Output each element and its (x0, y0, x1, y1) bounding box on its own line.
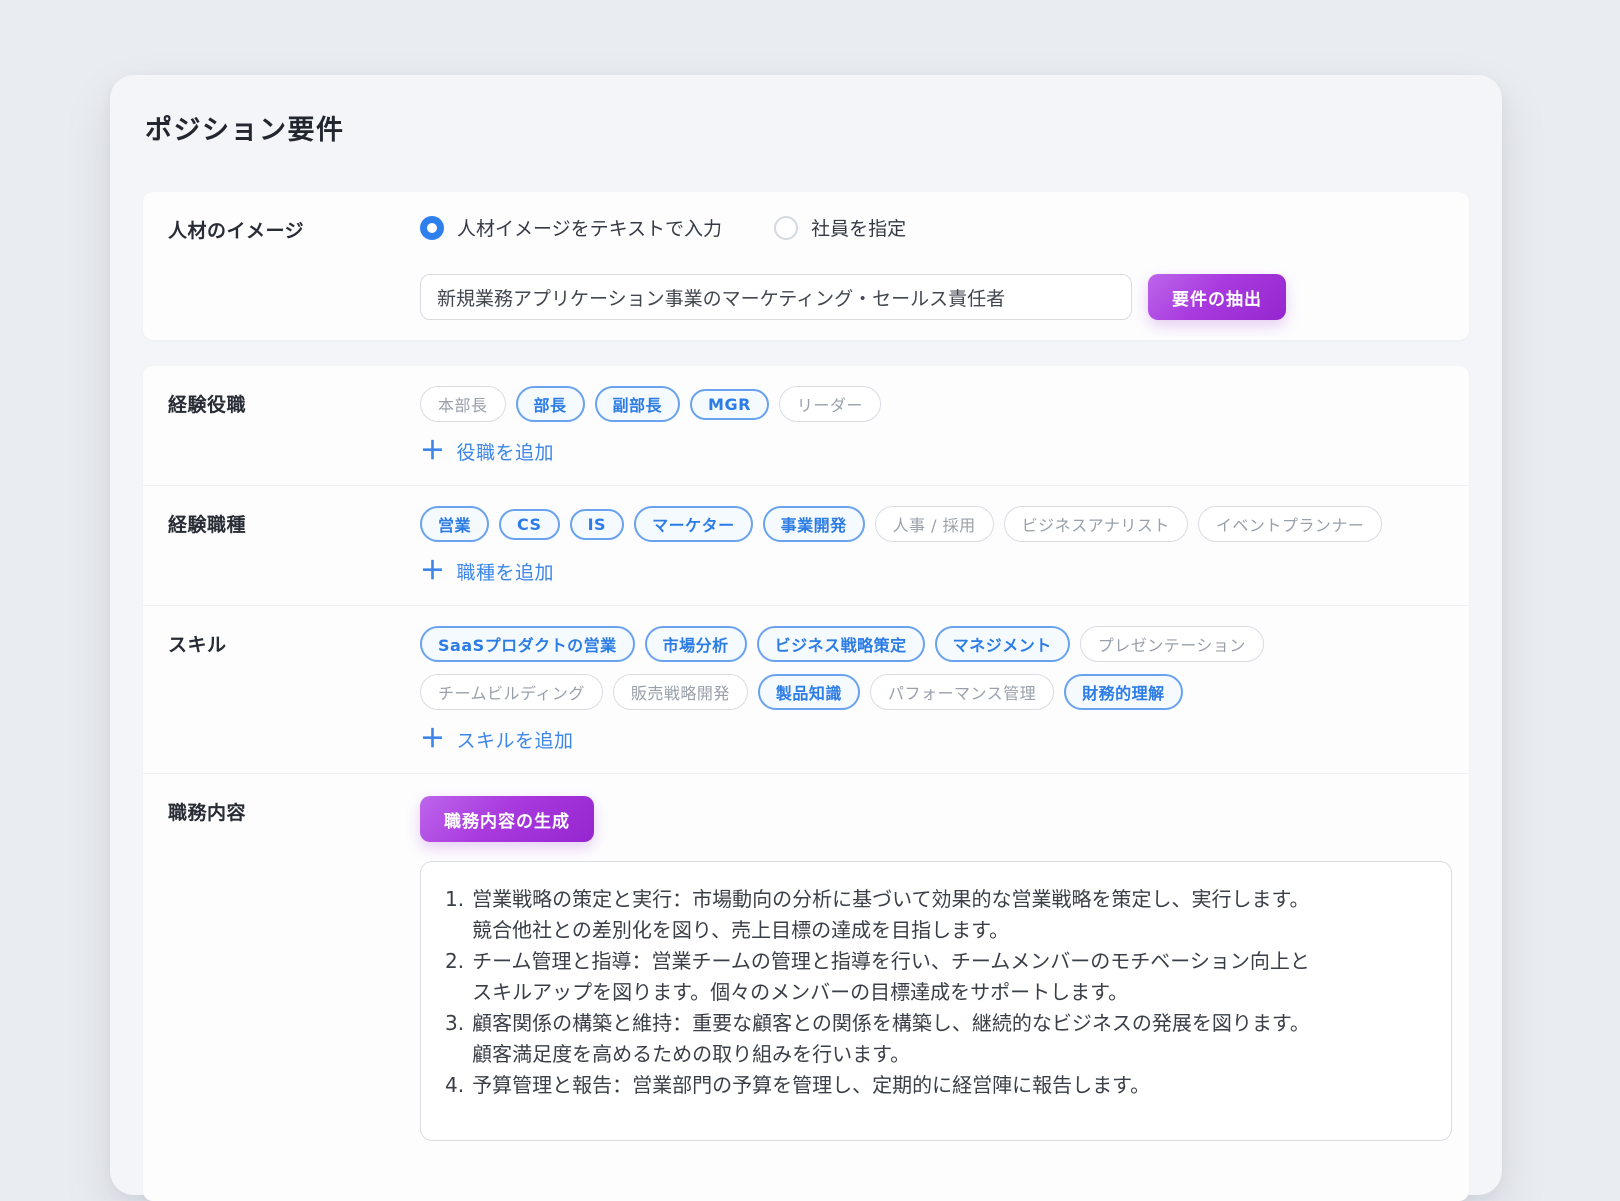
role-chip[interactable]: 本部長 (420, 386, 506, 422)
skill-chip[interactable]: 財務的理解 (1064, 674, 1183, 710)
plus-icon: ＋ (420, 558, 446, 583)
skills-label: スキル (168, 626, 420, 753)
job-description-item-number: 2. (445, 946, 464, 1008)
experience-role-row: 経験役職 本部長部長副部長 MGR リーダー ＋ 役職を追加 (143, 366, 1469, 485)
skill-chip[interactable]: ビジネス戦略策定 (757, 626, 925, 662)
skill-chip[interactable]: プレゼンテーション (1080, 626, 1264, 662)
add-job-label: 職種を追加 (457, 558, 555, 585)
requirements-section: 経験役職 本部長部長副部長 MGR リーダー ＋ 役職を追加 経験職種 営業 CS IS… (143, 366, 1469, 1201)
skill-chips-line-1: SaaSプロダクトの営業市場分析ビジネス戦略策定マネジメントプレゼンテーション (420, 626, 1444, 662)
job-description-item-text: 営業戦略の策定と実行：市場動向の分析に基づいて効果的な営業戦略を策定し、実行しま… (472, 884, 1309, 946)
radio-unselected-icon (774, 216, 798, 240)
job-description-item-text: チーム管理と指導：営業チームの管理と指導を行い、チームメンバーのモチベーション向… (472, 946, 1310, 1008)
experience-job-row: 経験職種 営業 CS IS マーケター事業開発人事 / 採用ビジネスアナリストイベント… (143, 485, 1469, 605)
experience-job-label: 経験職種 (168, 506, 420, 585)
skill-chip[interactable]: 製品知識 (758, 674, 860, 710)
job-chip[interactable]: イベントプランナー (1198, 506, 1383, 542)
talent-image-label: 人材のイメージ (168, 212, 420, 320)
job-description-item: 1.営業戦略の策定と実行：市場動向の分析に基づいて効果的な営業戦略を策定し、実行… (445, 884, 1427, 946)
radio-option-specify-employee-label: 社員を指定 (811, 214, 906, 241)
position-requirements-card: ポジション要件 人材のイメージ 人材イメージをテキストで入力 社員を指定 (110, 75, 1502, 1195)
job-description-row: 職務内容 職務内容の生成 1.営業戦略の策定と実行：市場動向の分析に基づいて効果… (143, 773, 1469, 1201)
skill-chip[interactable]: 市場分析 (645, 626, 747, 662)
role-chip[interactable]: 副部長 (595, 386, 681, 422)
role-chips: 本部長部長副部長 MGR リーダー (420, 386, 1444, 422)
add-job-button[interactable]: ＋ 職種を追加 (420, 558, 554, 585)
plus-icon: ＋ (420, 726, 446, 751)
job-chip[interactable]: ビジネスアナリスト (1004, 506, 1188, 542)
radio-option-text-input-label: 人材イメージをテキストで入力 (457, 214, 722, 241)
job-description-textarea[interactable]: 1.営業戦略の策定と実行：市場動向の分析に基づいて効果的な営業戦略を策定し、実行… (420, 861, 1452, 1141)
add-skill-label: スキルを追加 (457, 726, 574, 753)
job-chip[interactable]: マーケター (634, 506, 753, 542)
skill-chip[interactable]: 販売戦略開発 (613, 674, 748, 710)
job-description-item-number: 4. (445, 1070, 464, 1101)
job-chip[interactable]: 事業開発 (763, 506, 865, 542)
page-title: ポジション要件 (143, 75, 1469, 147)
role-chip[interactable]: リーダー (779, 386, 881, 422)
skill-chip[interactable]: パフォーマンス管理 (870, 674, 1054, 710)
talent-image-section: 人材のイメージ 人材イメージをテキストで入力 社員を指定 要件の抽出 (143, 192, 1469, 340)
job-description-item: 4. 予算管理と報告：営業部門の予算を管理し、定期的に経営陣に報告します。 (445, 1070, 1427, 1101)
skill-chip[interactable]: チームビルディング (420, 674, 603, 710)
job-chip[interactable]: CS (499, 509, 560, 540)
add-role-label: 役職を追加 (457, 438, 555, 465)
radio-selected-icon (420, 216, 444, 240)
job-description-item: 2.チーム管理と指導：営業チームの管理と指導を行い、チームメンバーのモチベーショ… (445, 946, 1427, 1008)
job-description-label: 職務内容 (168, 794, 420, 1141)
talent-image-radio-group: 人材イメージをテキストで入力 社員を指定 (420, 214, 1444, 241)
job-description-item-text: 顧客関係の構築と維持：重要な顧客との関係を構築し、継続的なビジネスの発展を図りま… (472, 1008, 1310, 1070)
add-role-button[interactable]: ＋ 役職を追加 (420, 438, 554, 465)
job-description-item-number: 1. (445, 884, 464, 946)
talent-image-input-line: 要件の抽出 (420, 274, 1444, 320)
role-chip[interactable]: 部長 (516, 386, 585, 422)
radio-option-specify-employee[interactable]: 社員を指定 (774, 214, 906, 241)
job-chip[interactable]: 人事 / 採用 (875, 506, 994, 542)
skill-chip[interactable]: SaaSプロダクトの営業 (420, 626, 635, 662)
talent-image-input[interactable] (420, 274, 1132, 320)
role-chip[interactable]: MGR (690, 389, 769, 420)
skill-chips-line-2: チームビルディング販売戦略開発製品知識パフォーマンス管理財務的理解 (420, 674, 1444, 710)
skills-row: スキル SaaSプロダクトの営業市場分析ビジネス戦略策定マネジメントプレゼンテー… (143, 605, 1469, 773)
job-description-item-text: 予算管理と報告：営業部門の予算を管理し、定期的に経営陣に報告します。 (472, 1070, 1150, 1101)
skill-chip[interactable]: マネジメント (935, 626, 1070, 662)
plus-icon: ＋ (420, 438, 446, 463)
talent-image-content: 人材イメージをテキストで入力 社員を指定 要件の抽出 (420, 212, 1444, 320)
job-description-item: 3.顧客関係の構築と維持：重要な顧客との関係を構築し、継続的なビジネスの発展を図… (445, 1008, 1427, 1070)
extract-requirements-button[interactable]: 要件の抽出 (1148, 274, 1286, 320)
radio-option-text-input[interactable]: 人材イメージをテキストで入力 (420, 214, 722, 241)
add-skill-button[interactable]: ＋ スキルを追加 (420, 726, 574, 753)
job-description-item-number: 3. (445, 1008, 464, 1070)
job-chips: 営業 CS IS マーケター事業開発人事 / 採用ビジネスアナリストイベントプランナー (420, 506, 1444, 542)
talent-image-row: 人材のイメージ 人材イメージをテキストで入力 社員を指定 要件の抽出 (143, 192, 1469, 340)
job-chip[interactable]: 営業 (420, 506, 489, 542)
experience-role-label: 経験役職 (168, 386, 420, 465)
job-chip[interactable]: IS (570, 509, 624, 540)
generate-job-description-button[interactable]: 職務内容の生成 (420, 796, 594, 842)
